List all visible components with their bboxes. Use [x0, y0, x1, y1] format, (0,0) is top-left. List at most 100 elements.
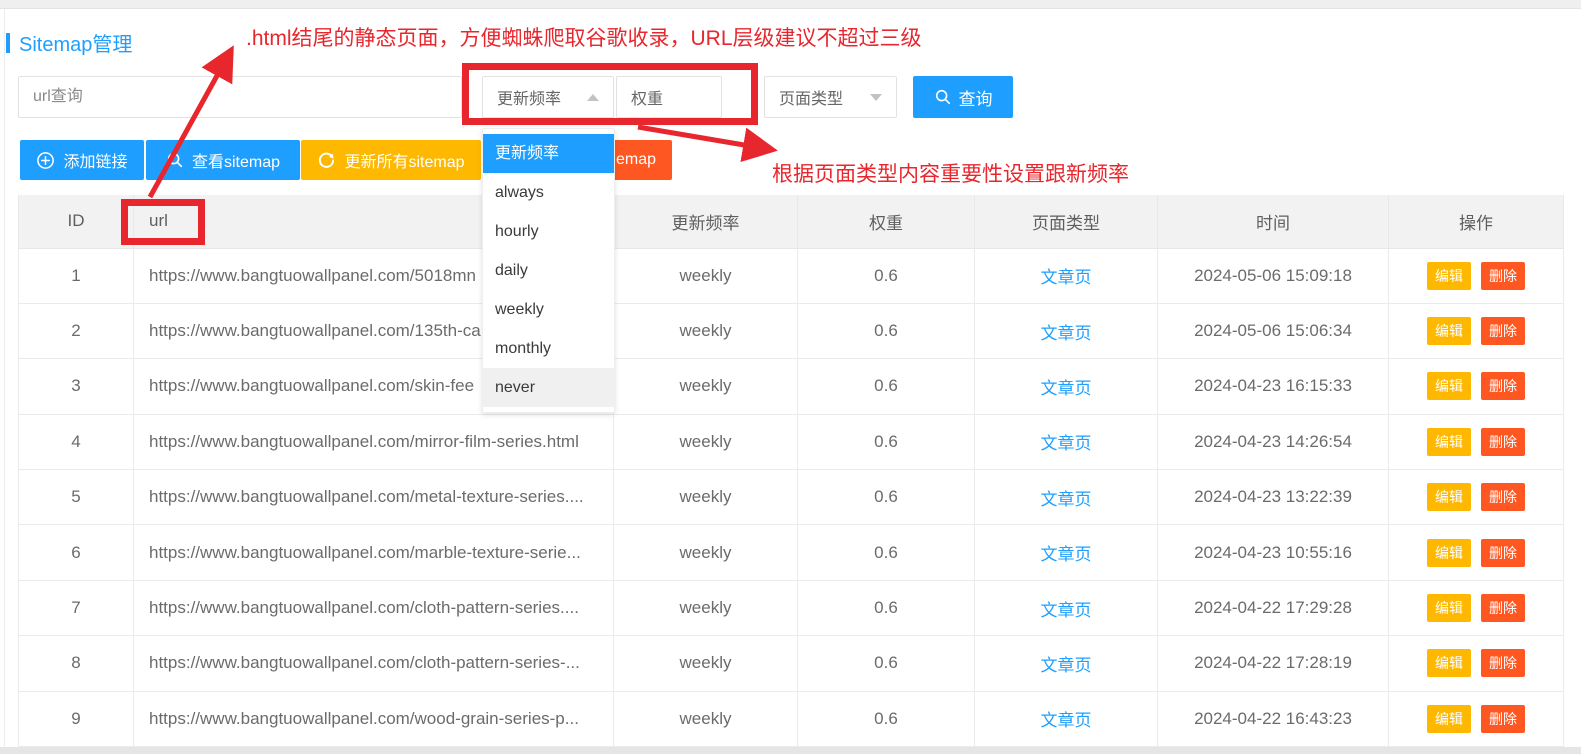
- url-search-input[interactable]: [18, 76, 462, 118]
- pagetype-select[interactable]: 页面类型: [764, 76, 897, 118]
- edit-button[interactable]: 编辑: [1427, 317, 1471, 345]
- dropdown-option[interactable]: 更新频率: [483, 134, 614, 173]
- chevron-up-icon: [587, 94, 599, 101]
- cell-time: 2024-05-06 15:06:34: [1158, 303, 1389, 358]
- delete-button[interactable]: 删除: [1481, 705, 1525, 733]
- cell-actions: 编辑删除: [1389, 470, 1564, 525]
- delete-button[interactable]: 删除: [1481, 372, 1525, 400]
- cell-pagetype: 文章页: [975, 359, 1158, 414]
- table-row: 6https://www.bangtuowallpanel.com/marble…: [19, 525, 1564, 580]
- delete-button[interactable]: 删除: [1481, 262, 1525, 290]
- cell-weight: 0.6: [798, 580, 975, 635]
- cell-actions: 编辑删除: [1389, 636, 1564, 691]
- dropdown-option[interactable]: always: [483, 173, 614, 212]
- top-frame-strip: [0, 0, 1581, 9]
- cell-weight: 0.6: [798, 359, 975, 414]
- query-button[interactable]: 查询: [913, 76, 1013, 118]
- cell-frequency: weekly: [614, 691, 798, 746]
- edit-button[interactable]: 编辑: [1427, 594, 1471, 622]
- cell-weight: 0.6: [798, 414, 975, 469]
- view-sitemap-label: 查看sitemap: [192, 148, 280, 172]
- edit-button[interactable]: 编辑: [1427, 372, 1471, 400]
- cell-time: 2024-04-22 17:28:19: [1158, 636, 1389, 691]
- add-link-button[interactable]: 添加链接: [20, 140, 144, 180]
- pagetype-select-label: 页面类型: [779, 85, 870, 109]
- edit-button[interactable]: 编辑: [1427, 428, 1471, 456]
- cell-url: https://www.bangtuowallpanel.com/cloth-p…: [134, 580, 614, 635]
- table-header-row: IDurl更新频率权重页面类型时间操作: [19, 195, 1564, 248]
- update-all-sitemap-label: 更新所有sitemap: [344, 148, 464, 172]
- cell-pagetype: 文章页: [975, 525, 1158, 580]
- page-type-link[interactable]: 文章页: [1041, 379, 1092, 398]
- dropdown-option[interactable]: hourly: [483, 212, 614, 251]
- delete-button[interactable]: 删除: [1481, 539, 1525, 567]
- weight-select-label: 权重: [631, 85, 707, 109]
- cell-id: 6: [19, 525, 134, 580]
- delete-button[interactable]: 删除: [1481, 428, 1525, 456]
- sitemap-table: IDurl更新频率权重页面类型时间操作 1 https://www.bangtuo…: [18, 195, 1564, 747]
- cell-url: https://www.bangtuowallpanel.com/marble-…: [134, 525, 614, 580]
- filter-bar: 更新频率 权重 页面类型 查询: [0, 76, 1581, 118]
- cell-pagetype: 文章页: [975, 580, 1158, 635]
- weight-select[interactable]: 权重: [616, 76, 722, 118]
- frequency-select[interactable]: 更新频率: [482, 76, 614, 118]
- edit-button[interactable]: 编辑: [1427, 262, 1471, 290]
- frequency-select-label: 更新频率: [497, 85, 587, 109]
- search-icon: [934, 88, 952, 106]
- column-header: 更新频率: [614, 195, 798, 248]
- edit-button[interactable]: 编辑: [1427, 705, 1471, 733]
- cell-frequency: weekly: [614, 470, 798, 525]
- search-icon: [166, 151, 184, 169]
- update-all-sitemap-button[interactable]: 更新所有sitemap: [301, 140, 481, 180]
- cell-weight: 0.6: [798, 691, 975, 746]
- page-type-link[interactable]: 文章页: [1041, 545, 1092, 564]
- cell-url: https://www.bangtuowallpanel.com/metal-t…: [134, 470, 614, 525]
- page-type-link[interactable]: 文章页: [1041, 268, 1092, 287]
- annotation-static-pages: .html结尾的静态页面，方便蜘蛛爬取谷歌收录，URL层级建议不超过三级: [246, 22, 922, 52]
- sitemap-admin-page: { "page": { "title": "Sitemap管理", "annot…: [0, 0, 1581, 754]
- bottom-frame-strip: [0, 747, 1581, 754]
- cell-pagetype: 文章页: [975, 248, 1158, 303]
- page-type-link[interactable]: 文章页: [1041, 656, 1092, 675]
- cell-weight: 0.6: [798, 636, 975, 691]
- cell-weight: 0.6: [798, 470, 975, 525]
- cell-frequency: weekly: [614, 359, 798, 414]
- refresh-icon: [317, 151, 336, 170]
- cell-url: https://www.bangtuowallpanel.com/wood-gr…: [134, 691, 614, 746]
- cell-frequency: weekly: [614, 525, 798, 580]
- edit-button[interactable]: 编辑: [1427, 649, 1471, 677]
- page-type-link[interactable]: 文章页: [1041, 601, 1092, 620]
- cell-actions: 编辑删除: [1389, 414, 1564, 469]
- cell-frequency: weekly: [614, 414, 798, 469]
- cell-actions: 编辑删除: [1389, 691, 1564, 746]
- dropdown-option[interactable]: never: [483, 368, 614, 407]
- page-type-link[interactable]: 文章页: [1041, 490, 1092, 509]
- table-row: 7https://www.bangtuowallpanel.com/cloth-…: [19, 580, 1564, 635]
- cell-url: https://www.bangtuowallpanel.com/mirror-…: [134, 414, 614, 469]
- cell-actions: 编辑删除: [1389, 580, 1564, 635]
- delete-button[interactable]: 删除: [1481, 483, 1525, 511]
- cell-id: 3: [19, 359, 134, 414]
- cell-actions: 编辑删除: [1389, 525, 1564, 580]
- page-type-link[interactable]: 文章页: [1041, 434, 1092, 453]
- delete-button[interactable]: 删除: [1481, 594, 1525, 622]
- view-sitemap-button[interactable]: 查看sitemap: [146, 140, 300, 180]
- dropdown-option[interactable]: daily: [483, 251, 614, 290]
- delete-button[interactable]: 删除: [1481, 649, 1525, 677]
- cell-id: 1: [19, 248, 134, 303]
- delete-button[interactable]: 删除: [1481, 317, 1525, 345]
- page-type-link[interactable]: 文章页: [1041, 711, 1092, 730]
- dropdown-option[interactable]: weekly: [483, 290, 614, 329]
- cell-id: 2: [19, 303, 134, 358]
- cell-pagetype: 文章页: [975, 303, 1158, 358]
- cell-frequency: weekly: [614, 636, 798, 691]
- cell-time: 2024-04-22 17:29:28: [1158, 580, 1389, 635]
- cell-pagetype: 文章页: [975, 414, 1158, 469]
- page-type-link[interactable]: 文章页: [1041, 324, 1092, 343]
- edit-button[interactable]: 编辑: [1427, 483, 1471, 511]
- edit-button[interactable]: 编辑: [1427, 539, 1471, 567]
- dropdown-option[interactable]: monthly: [483, 329, 614, 368]
- table-row: 9https://www.bangtuowallpanel.com/wood-g…: [19, 691, 1564, 746]
- cell-time: 2024-04-23 10:55:16: [1158, 525, 1389, 580]
- cell-actions: 编辑删除: [1389, 248, 1564, 303]
